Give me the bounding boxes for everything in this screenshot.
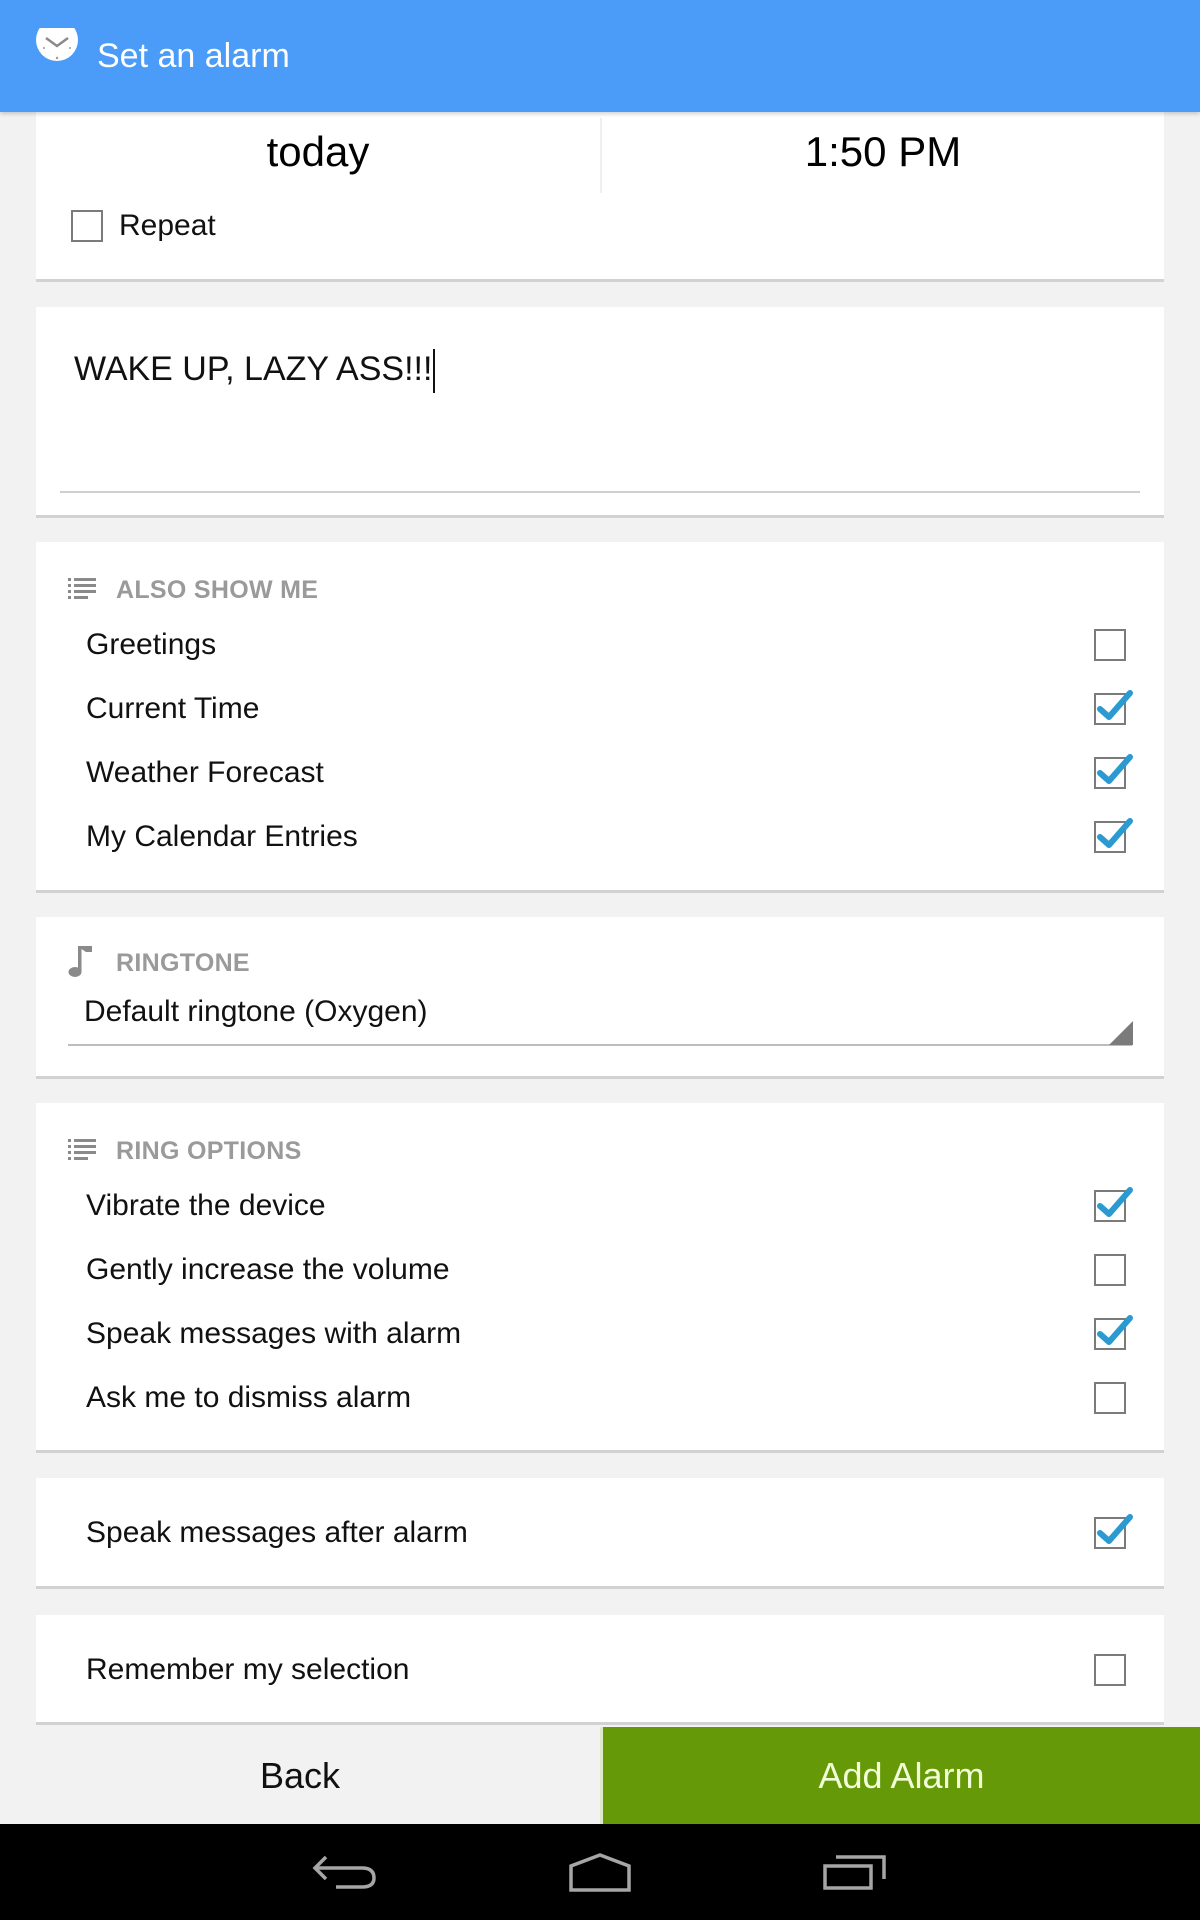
repeat-checkbox[interactable] <box>71 210 103 242</box>
back-button[interactable]: Back <box>0 1727 600 1824</box>
option-speak-with-alarm[interactable]: Speak messages with alarm <box>86 1302 1133 1366</box>
message-value: WAKE UP, LAZY ASS!!! <box>74 350 433 388</box>
alarm-clock-icon <box>36 28 78 76</box>
speak-after-card: Speak messages after alarm <box>36 1478 1164 1589</box>
option-label: Weather Forecast <box>86 756 324 789</box>
recent-apps-icon[interactable] <box>810 1842 900 1902</box>
message-card: WAKE UP, LAZY ASS!!! <box>36 307 1164 518</box>
option-label: Speak messages with alarm <box>86 1317 462 1350</box>
option-label: Speak messages after alarm <box>86 1516 468 1549</box>
option-current-time[interactable]: Current Time <box>86 677 1133 741</box>
add-alarm-button[interactable]: Add Alarm <box>600 1727 1200 1824</box>
vibrate-checkbox[interactable] <box>1094 1187 1133 1222</box>
option-label: Current Time <box>86 692 260 725</box>
section-heading: RING OPTIONS <box>68 1133 302 1169</box>
home-icon[interactable] <box>555 1842 645 1902</box>
option-weather-forecast[interactable]: Weather Forecast <box>86 741 1133 805</box>
ringtone-card: RINGTONE Default ringtone (Oxygen) <box>36 917 1164 1079</box>
system-nav-bar <box>0 1824 1200 1920</box>
calendar-entries-checkbox[interactable] <box>1094 818 1133 853</box>
music-note-icon <box>68 944 96 983</box>
repeat-option[interactable]: Repeat <box>71 208 216 244</box>
greetings-checkbox[interactable] <box>1094 629 1126 661</box>
datetime-card: today 1:50 PM Repeat <box>36 112 1164 282</box>
option-label: Gently increase the volume <box>86 1253 450 1286</box>
option-label: Vibrate the device <box>86 1189 326 1222</box>
option-increase-volume[interactable]: Gently increase the volume <box>86 1238 1126 1302</box>
section-heading: ALSO SHOW ME <box>68 572 318 608</box>
spinner-arrow-icon[interactable] <box>1109 1021 1133 1050</box>
ring-options-card: RING OPTIONS Vibrate the device Gently i… <box>36 1103 1164 1453</box>
repeat-label: Repeat <box>119 209 216 242</box>
option-label: My Calendar Entries <box>86 820 358 853</box>
checkmark-icon <box>1097 1187 1133 1217</box>
action-bar: Back Add Alarm <box>0 1727 1200 1824</box>
message-input[interactable]: WAKE UP, LAZY ASS!!! <box>74 345 436 394</box>
header-title: Set an alarm <box>97 37 290 75</box>
weather-forecast-checkbox[interactable] <box>1094 754 1133 789</box>
checkmark-icon <box>1097 1315 1133 1345</box>
time-picker[interactable]: 1:50 PM <box>602 122 1164 182</box>
back-icon[interactable] <box>300 1842 390 1902</box>
app-header: Set an alarm <box>0 0 1200 112</box>
input-underline <box>60 491 1140 493</box>
ringtone-spinner[interactable]: Default ringtone (Oxygen) <box>84 992 428 1032</box>
remember-card: Remember my selection <box>36 1615 1164 1725</box>
option-calendar-entries[interactable]: My Calendar Entries <box>86 805 1133 869</box>
list-icon <box>68 577 96 604</box>
option-vibrate[interactable]: Vibrate the device <box>86 1174 1133 1238</box>
checkmark-icon <box>1097 754 1133 784</box>
date-picker[interactable]: today <box>36 122 600 182</box>
checkmark-icon <box>1097 690 1133 720</box>
remember-checkbox[interactable] <box>1094 1654 1126 1686</box>
spinner-underline <box>68 1044 1132 1046</box>
ringtone-heading: RINGTONE <box>116 948 250 977</box>
speak-with-alarm-checkbox[interactable] <box>1094 1315 1133 1350</box>
option-greetings[interactable]: Greetings <box>86 613 1126 677</box>
option-label: Greetings <box>86 628 217 661</box>
checkmark-icon <box>1097 1514 1133 1544</box>
option-label: Ask me to dismiss alarm <box>86 1381 412 1414</box>
speak-after-checkbox[interactable] <box>1094 1514 1133 1549</box>
option-ask-dismiss[interactable]: Ask me to dismiss alarm <box>86 1366 1126 1430</box>
screen: Set an alarm today 1:50 PM Repeat WAKE U… <box>0 0 1200 1920</box>
list-icon <box>68 1138 96 1165</box>
option-label: Remember my selection <box>86 1653 410 1686</box>
option-remember-selection[interactable]: Remember my selection <box>86 1638 1126 1702</box>
also-show-me-heading: ALSO SHOW ME <box>116 575 319 604</box>
also-show-me-card: ALSO SHOW ME Greetings Current Time Weat… <box>36 542 1164 893</box>
increase-volume-checkbox[interactable] <box>1094 1254 1126 1286</box>
option-speak-after-alarm[interactable]: Speak messages after alarm <box>86 1501 1133 1565</box>
text-cursor <box>433 349 436 394</box>
checkmark-icon <box>1097 818 1133 848</box>
current-time-checkbox[interactable] <box>1094 690 1133 725</box>
section-heading: RINGTONE <box>68 945 250 981</box>
ask-dismiss-checkbox[interactable] <box>1094 1382 1126 1414</box>
ring-options-heading: RING OPTIONS <box>116 1136 302 1165</box>
